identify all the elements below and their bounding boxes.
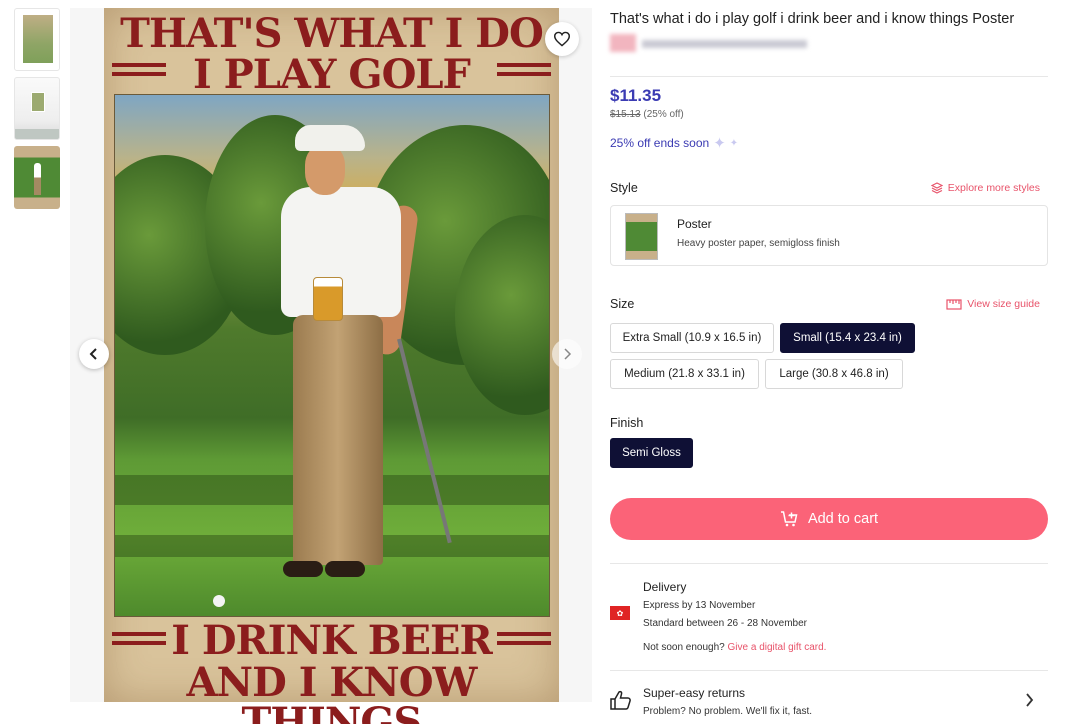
returns-heading: Super-easy returns: [643, 686, 746, 700]
beer-mug: [313, 277, 343, 321]
carousel-next-button[interactable]: [552, 339, 582, 369]
thumbnail-shelf: [15, 129, 59, 139]
seller-name-blurred: [642, 40, 807, 48]
add-to-cart-label: Add to cart: [807, 511, 879, 527]
hong-kong-flag-icon: ✿: [610, 606, 630, 620]
seller-info-blurred: [610, 32, 810, 54]
returns-text: Problem? No problem. We'll fix it, fast.: [643, 706, 813, 717]
finish-option-semi-gloss[interactable]: Semi Gloss: [610, 438, 693, 468]
poster-line-3: I DRINK BEER: [171, 617, 493, 664]
delivery-standard: Standard between 26 - 28 November: [643, 618, 807, 629]
golfer-shoe: [325, 561, 365, 577]
returns-expand-button[interactable]: [1025, 693, 1034, 712]
sale-note-text: 25% off ends soon: [610, 136, 710, 150]
thumbnail-strip: [14, 8, 62, 215]
product-title: That's what i do i play golf i drink bee…: [610, 11, 1015, 27]
carousel-prev-button[interactable]: [79, 339, 109, 369]
not-soon-enough-text: Not soon enough? Give a digital gift car…: [643, 642, 826, 653]
style-label: Style: [610, 181, 638, 195]
poster-line-2: I PLAY GOLF: [193, 51, 471, 98]
size-option-large[interactable]: Large (30.8 x 46.8 in): [765, 359, 903, 389]
thumbnail-figure: [34, 163, 41, 195]
thumbnail-1[interactable]: [14, 8, 60, 71]
divider: [610, 670, 1048, 671]
size-label: Size: [610, 297, 635, 311]
golfer-face: [305, 145, 345, 195]
thumbs-up-icon: [610, 690, 631, 710]
delivery-express: Express by 13 November: [643, 600, 756, 611]
style-thumbnail: [625, 213, 658, 260]
add-to-cart-button[interactable]: Add to cart: [610, 498, 1048, 540]
favorite-button[interactable]: [545, 22, 579, 56]
product-price: $11.35: [610, 86, 662, 105]
original-price: $15.13 (25% off): [610, 109, 684, 120]
size-option-medium[interactable]: Medium (21.8 x 33.1 in): [610, 359, 759, 389]
heart-icon: [553, 31, 571, 47]
divider: [610, 563, 1048, 564]
chevron-left-icon: [89, 348, 97, 360]
style-description: Heavy poster paper, semigloss finish: [677, 238, 840, 249]
layers-icon: [930, 182, 943, 194]
sparkle-icon: ✦: [729, 137, 739, 149]
cart-plus-icon: [780, 511, 798, 527]
ruler-icon: [946, 298, 962, 310]
explore-styles-label: Explore more styles: [947, 182, 1040, 194]
thumbnail-3[interactable]: [14, 146, 60, 209]
thumbnail-image: [23, 15, 53, 63]
golfer-cap: [295, 125, 365, 151]
poster-line-1: THAT'S WHAT I DO: [120, 10, 544, 57]
main-product-image: THAT'S WHAT I DO I PLAY GOLF I DRINK BEE…: [70, 8, 592, 724]
poster-scene: [114, 94, 550, 617]
golf-club: [397, 338, 452, 544]
size-guide-label: View size guide: [967, 298, 1040, 310]
thumbnail-2[interactable]: [14, 77, 60, 140]
golfer-figure: [281, 125, 452, 605]
delivery-heading: Delivery: [643, 580, 687, 594]
chevron-right-icon: [1026, 693, 1034, 707]
golfer-trousers: [293, 315, 383, 565]
finish-label: Finish: [610, 416, 644, 430]
size-guide-link[interactable]: View size guide: [946, 298, 1040, 310]
not-soon-enough-label: Not soon enough?: [643, 642, 725, 653]
divider: [610, 76, 1048, 77]
sparkle-icon: ✦: [713, 135, 726, 152]
style-name: Poster: [677, 217, 712, 231]
gift-card-link[interactable]: Give a digital gift card.: [728, 642, 827, 653]
explore-styles-link[interactable]: Explore more styles: [930, 182, 1040, 194]
sale-note: 25% off ends soon ✦ ✦: [610, 134, 738, 152]
golf-ball: [213, 595, 225, 607]
golfer-shoe: [283, 561, 323, 577]
thumbnail-image: [31, 92, 45, 112]
size-option-small[interactable]: Small (15.4 x 23.4 in): [780, 323, 915, 353]
poster-line-4: AND I KNOW THINGS: [186, 659, 478, 724]
style-option-card[interactable]: Poster Heavy poster paper, semigloss fin…: [610, 205, 1048, 266]
size-option-extra-small[interactable]: Extra Small (10.9 x 16.5 in): [610, 323, 774, 353]
chevron-right-icon: [564, 348, 572, 360]
original-price-value: $15.13: [610, 109, 641, 120]
poster-artwork: THAT'S WHAT I DO I PLAY GOLF I DRINK BEE…: [104, 8, 559, 724]
discount-text: (25% off): [643, 109, 684, 120]
seller-avatar-blurred: [610, 34, 636, 52]
